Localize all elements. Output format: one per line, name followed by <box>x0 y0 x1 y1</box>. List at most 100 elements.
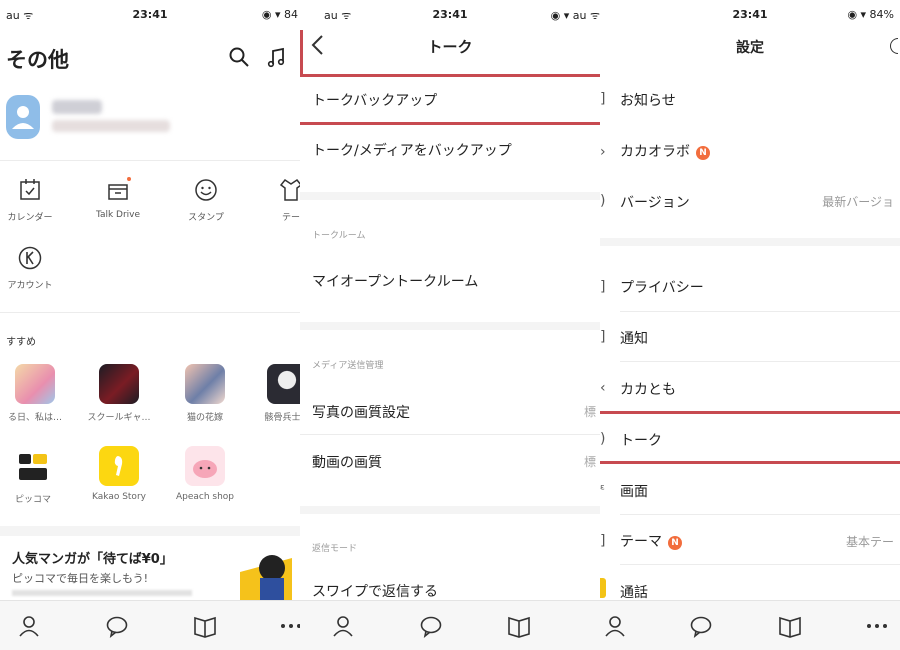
divider <box>620 311 900 312</box>
divider <box>0 312 300 313</box>
row-friends[interactable]: カカとも <box>620 379 676 399</box>
section-talk-room: トークルーム <box>312 231 366 241</box>
page-title: その他 <box>6 48 69 72</box>
highlight-line <box>300 74 600 77</box>
comic-thumbnail <box>267 364 300 404</box>
section-gap <box>300 322 600 330</box>
row-notification[interactable]: 通知 <box>620 328 648 348</box>
app-piccoma[interactable]: ピッコマ <box>0 446 68 505</box>
status-icons: ◉ ▾ 84 <box>261 8 298 21</box>
music-icon[interactable] <box>266 46 288 68</box>
theme-icon <box>279 178 300 201</box>
row-call[interactable]: 通話 <box>620 582 648 602</box>
kakao-account-icon <box>18 246 42 270</box>
app-comic-3[interactable]: 猫の花嫁 <box>170 364 240 423</box>
row-version[interactable]: バージョン <box>620 192 690 212</box>
friends-icon[interactable] <box>16 613 42 639</box>
search-icon[interactable] <box>228 46 250 68</box>
talk-settings-screen: au ᯤ 23:41 ◉ ▾ au ᯤ トーク トークバックアップ トーク/メデ… <box>300 0 600 650</box>
more-screen: au ᯤ 23:41 ◉ ▾ 84 その他 カレンダー Talk Drive ス… <box>0 0 300 650</box>
more-icon[interactable] <box>864 613 890 639</box>
grid-kakao-account[interactable]: アカウント <box>0 244 75 291</box>
highlight-line <box>600 411 900 414</box>
row-theme[interactable]: テーマ N <box>620 531 682 551</box>
app-kakao-story[interactable]: Kakao Story <box>84 446 154 502</box>
call-icon <box>600 578 606 598</box>
calendar-icon <box>20 179 40 200</box>
privacy-icon: ] <box>600 279 606 295</box>
banner-title: 人気マンガが「待てば¥0」 <box>12 552 173 567</box>
emoticon-icon <box>195 179 217 201</box>
view-icon[interactable] <box>777 613 803 639</box>
divider <box>0 160 300 161</box>
talk-setting-icon: ) <box>600 431 606 447</box>
row-talk-backup[interactable]: トークバックアップ <box>312 90 437 110</box>
profile-email-blurred <box>52 120 170 132</box>
row-swipe-reply[interactable]: スワイプで返信する <box>312 581 438 601</box>
app-comic-4[interactable]: 骸骨兵士は <box>252 364 300 423</box>
banner-subtitle: ピッコマで毎日を楽しもう! <box>12 572 149 585</box>
row-screen[interactable]: 画面 <box>620 481 648 501</box>
page-title: トーク <box>427 38 473 56</box>
row-notice[interactable]: お知らせ <box>620 90 676 110</box>
chat-icon[interactable] <box>418 613 444 639</box>
app-comic-1[interactable]: る日、私は… <box>0 364 70 423</box>
status-icons: ◉ ▾ au ᯤ <box>550 9 600 22</box>
view-icon[interactable] <box>506 613 532 639</box>
notice-icon: ] <box>600 91 606 107</box>
divider <box>620 564 900 565</box>
row-talk-media-backup[interactable]: トーク/メディアをバックアップ <box>312 140 512 160</box>
row-photo-quality[interactable]: 写真の画質設定 <box>312 402 410 422</box>
grid-talk-drive[interactable]: Talk Drive <box>73 176 163 220</box>
theme-value: 基本テー <box>845 535 894 549</box>
section-gap <box>0 526 300 536</box>
view-icon[interactable] <box>192 613 218 639</box>
apeach-logo <box>185 446 225 486</box>
tab-bar <box>300 600 600 650</box>
friends-icon[interactable] <box>330 613 356 639</box>
drive-icon <box>108 177 131 200</box>
highlight-line <box>300 122 600 125</box>
row-my-open-room[interactable]: マイオープントークルーム <box>312 271 478 291</box>
version-value: 最新バージョ <box>822 195 894 209</box>
kakao-story-logo <box>99 446 139 486</box>
tab-bar <box>600 600 900 650</box>
clock: 23:41 <box>132 8 168 21</box>
banner-fineprint-blurred <box>12 590 192 596</box>
divider <box>300 434 600 435</box>
screen-icon: ᵋ <box>600 482 606 498</box>
comic-thumbnail <box>99 364 139 404</box>
chat-icon[interactable] <box>688 613 714 639</box>
highlight-marker <box>300 30 303 74</box>
page-title: 設定 <box>736 40 764 56</box>
row-kakaolab[interactable]: カカオラボ N <box>620 141 710 161</box>
version-icon: ) <box>600 193 606 209</box>
status-bar: au ᯤ 23:41 ◉ ▾ au ᯤ <box>300 0 600 28</box>
theme-setting-icon: ] <box>600 533 606 549</box>
app-comic-2[interactable]: スクールギャ… <box>84 364 154 423</box>
settings-screen: 23:41 ◉ ▾ 84% 設定 ] お知らせ › カカオラボ N ) バージョン… <box>600 0 900 650</box>
row-talk[interactable]: トーク <box>620 430 662 450</box>
status-bar: 23:41 ◉ ▾ 84% <box>600 0 900 28</box>
more-icon[interactable] <box>278 613 300 639</box>
video-quality-value: 標 <box>583 455 596 469</box>
section-reply-mode: 返信モード <box>312 544 358 554</box>
highlight-line <box>600 461 900 464</box>
comic-thumbnail <box>185 364 225 404</box>
avatar[interactable] <box>6 95 40 139</box>
row-privacy[interactable]: プライバシー <box>620 277 704 297</box>
divider <box>620 514 900 515</box>
grid-theme[interactable]: テー <box>246 176 300 223</box>
divider <box>620 361 900 362</box>
section-gap <box>300 506 600 514</box>
app-apeach-shop[interactable]: Apeach shop <box>170 446 240 502</box>
profile-name-blurred <box>52 100 102 114</box>
grid-emoticon[interactable]: スタンプ <box>161 176 251 223</box>
friends-icon[interactable] <box>602 613 628 639</box>
chat-icon[interactable] <box>104 613 130 639</box>
row-video-quality[interactable]: 動画の画質 <box>312 452 382 472</box>
section-gap <box>600 238 900 246</box>
new-badge: N <box>696 146 710 160</box>
grid-calendar[interactable]: カレンダー <box>0 176 75 223</box>
tab-bar <box>0 600 300 650</box>
